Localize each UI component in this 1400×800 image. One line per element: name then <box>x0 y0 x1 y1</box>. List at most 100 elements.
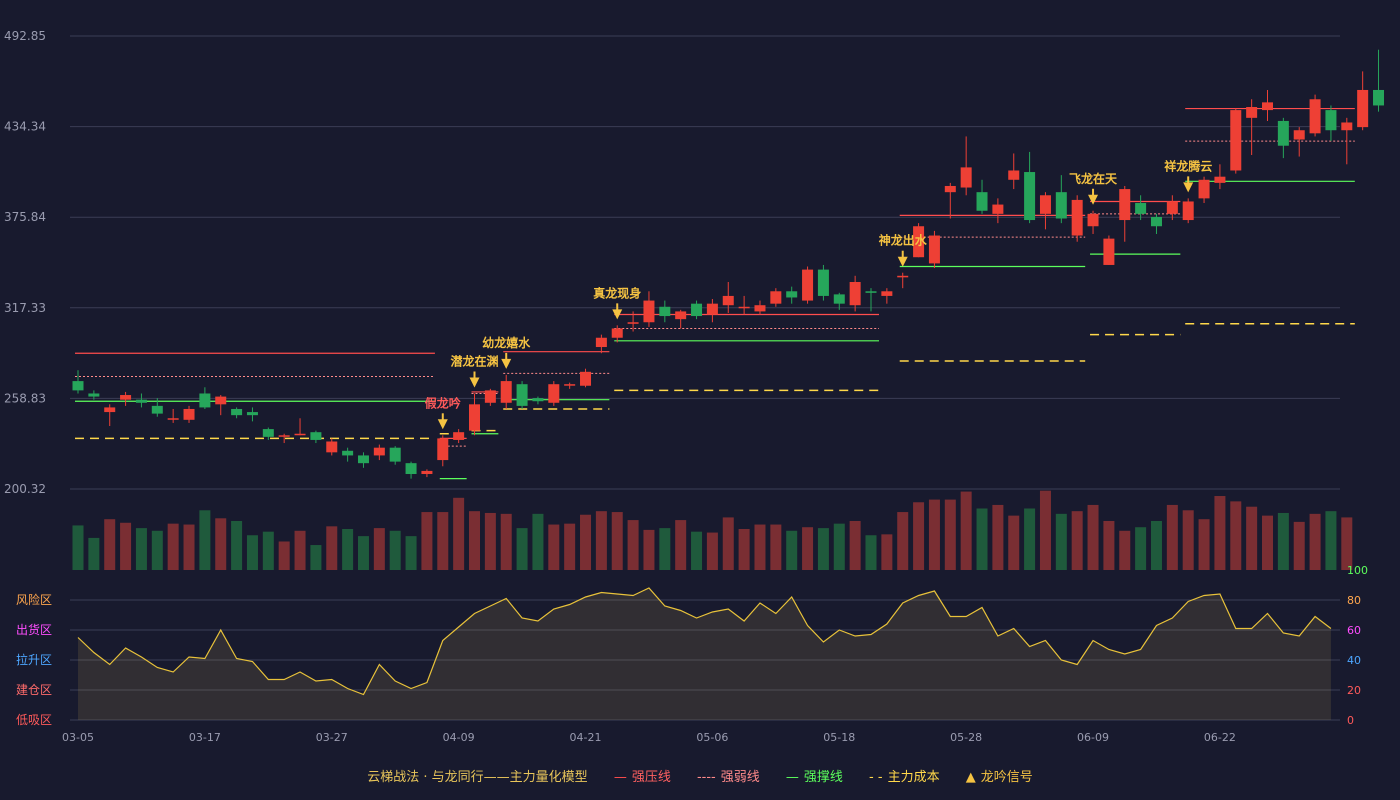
date-tick-label: 03-05 <box>62 731 94 744</box>
legend-item-signal: ▲ 龙吟信号 <box>966 766 1033 785</box>
volume-bar <box>627 520 639 570</box>
legend-label-mid: 强弱线 <box>720 770 760 785</box>
volume-bar <box>135 528 147 570</box>
volume-bars <box>72 490 1353 570</box>
legend-item-mid: ---- 强弱线 <box>697 766 760 785</box>
date-tick-label: 06-22 <box>1204 731 1236 744</box>
candle-body <box>1166 201 1178 214</box>
price-tick-label: 434.34 <box>4 120 46 134</box>
candle-body <box>1198 179 1210 199</box>
legend-label-cost: 主力成本 <box>887 770 940 785</box>
candle-body <box>833 294 845 304</box>
candle-body <box>1230 110 1242 171</box>
candle-body <box>326 441 338 453</box>
signal-label: 神龙出水 <box>879 233 928 248</box>
osc-zone-label: 出货区 <box>16 622 52 637</box>
volume-bar <box>151 530 163 570</box>
candle-body <box>897 275 909 278</box>
volume-bar <box>246 535 258 570</box>
volume-bar <box>278 541 290 570</box>
candle-body <box>516 384 528 406</box>
volume-bar <box>357 536 369 570</box>
volume-bar <box>865 535 877 570</box>
oscillator-panel <box>77 587 1332 720</box>
volume-bar <box>897 512 909 570</box>
legend-label-signal: 龙吟信号 <box>980 770 1033 785</box>
volume-bar <box>389 530 401 570</box>
candle-body <box>484 390 496 403</box>
volume-bar <box>802 527 814 570</box>
volume-bar <box>564 523 576 570</box>
candle-body <box>357 455 369 464</box>
volume-bar <box>580 514 592 570</box>
volume-bar <box>928 499 940 570</box>
candle-body <box>881 291 893 296</box>
candle-body <box>928 235 940 264</box>
candle-body <box>722 295 734 306</box>
volume-bar <box>1087 504 1099 570</box>
date-tick-label: 05-18 <box>823 731 855 744</box>
volume-bar <box>199 510 211 570</box>
legend-item-resist: — 强压线 <box>614 766 671 785</box>
volume-bar <box>1103 520 1115 570</box>
volume-bar <box>881 534 893 570</box>
volume-bar <box>1277 512 1289 570</box>
legend-symbol-resist: — <box>613 770 627 785</box>
candle-body <box>1119 189 1131 221</box>
volume-bar <box>1150 520 1162 570</box>
date-tick-label: 05-28 <box>950 731 982 744</box>
volume-bar <box>1246 506 1258 570</box>
osc-zone-label: 建仓区 <box>16 683 52 697</box>
legend-label-resist: 强压线 <box>631 770 671 785</box>
osc-tick-label: 20 <box>1347 684 1361 697</box>
volume-bar <box>1230 501 1242 570</box>
osc-tick-label: 100 <box>1347 564 1368 577</box>
signal-triangle-icon: ▲ <box>965 770 976 785</box>
volume-bar <box>833 523 845 570</box>
volume-bar <box>1262 515 1273 570</box>
volume-bar <box>453 497 465 570</box>
candle-body <box>278 435 290 437</box>
legend-title: 云梯战法 · 与龙同行——主力量化模型 <box>367 770 588 785</box>
volume-bar <box>992 504 1004 570</box>
osc-tick-label: 40 <box>1347 654 1361 667</box>
volume-bar <box>722 517 734 570</box>
price-tick-label: 492.85 <box>4 29 46 43</box>
volume-bar <box>754 524 766 570</box>
volume-bar <box>294 530 306 570</box>
level-lines <box>75 107 1355 480</box>
candle-body <box>310 432 322 440</box>
dragon-quant-chart: 假龙吟 潜龙在渊 幼龙嬉水 真龙现身 神龙出水 飞龙在天 祥龙腾云 492.85 434.34… <box>4 29 1385 744</box>
volume-bar <box>1008 515 1020 570</box>
volume-bar <box>976 508 988 570</box>
volume-bar <box>1214 496 1226 570</box>
candle-body <box>865 291 877 293</box>
volume-bar <box>183 524 195 570</box>
candle-body <box>1214 176 1226 183</box>
volume-bar <box>1055 513 1067 570</box>
candle-body <box>1262 102 1273 111</box>
volume-bar <box>421 512 433 570</box>
candle-body <box>659 306 671 317</box>
volume-bar <box>659 528 671 570</box>
price-tick-label: 258.83 <box>4 391 46 405</box>
volume-bar <box>1119 530 1131 570</box>
candle-body <box>976 192 988 211</box>
candle-body <box>421 470 433 475</box>
volume-bar <box>611 512 623 570</box>
candle-body <box>1357 89 1369 128</box>
volume-bar <box>770 524 782 570</box>
osc-zone-label: 风险区 <box>16 592 52 607</box>
signal-label: 飞龙在天 <box>1069 171 1118 186</box>
candle-body <box>849 281 861 306</box>
candle-body <box>199 393 211 408</box>
candle-body <box>405 463 417 475</box>
volume-bar <box>373 528 385 570</box>
legend-label-support: 强撑线 <box>803 770 843 785</box>
volume-bar <box>643 529 655 570</box>
candle-body <box>1293 130 1305 140</box>
candle-body <box>342 450 354 456</box>
candle-body <box>548 384 560 403</box>
candle-body <box>262 429 274 437</box>
volume-bar <box>500 513 512 570</box>
